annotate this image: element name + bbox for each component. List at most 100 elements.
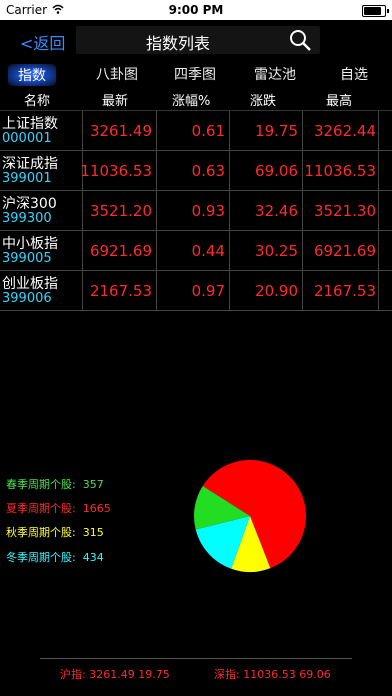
change-cell: 19.75 bbox=[230, 111, 303, 150]
table-row[interactable]: 上证指数 000001 3261.49 0.61 19.75 3262.44 bbox=[0, 111, 392, 151]
legend-spring-count: 357 bbox=[82, 478, 104, 491]
legend-summer-count: 1665 bbox=[82, 502, 111, 515]
high-value: 2167.53 bbox=[313, 282, 376, 300]
nav-bar: <返回 指数列表 bbox=[0, 20, 392, 60]
high-value: 3262.44 bbox=[313, 122, 376, 140]
title-box: 指数列表 bbox=[76, 26, 320, 54]
latest-value: 11036.53 bbox=[80, 162, 152, 180]
legend-spring-label: 春季周期个股: bbox=[6, 478, 76, 491]
index-name: 沪深300 bbox=[2, 196, 57, 212]
pct-cell: 0.93 bbox=[157, 191, 230, 230]
pct-value: 0.44 bbox=[191, 242, 225, 260]
high-cell: 11036.53 bbox=[303, 151, 379, 190]
pct-cell: 0.61 bbox=[157, 111, 230, 150]
latest-cell: 3521.20 bbox=[83, 191, 157, 230]
legend-winter: 冬季周期个股: 434 bbox=[6, 549, 104, 565]
index-name: 深证成指 bbox=[2, 156, 58, 172]
name-cell: 创业板指 399006 bbox=[0, 271, 83, 310]
latest-cell: 6921.69 bbox=[83, 231, 157, 270]
table-row[interactable]: 中小板指 399005 6921.69 0.44 30.25 6921.69 bbox=[0, 231, 392, 271]
change-cell: 32.46 bbox=[230, 191, 303, 230]
tab-four-seasons[interactable]: 四季图 bbox=[174, 64, 216, 84]
name-cell: 中小板指 399005 bbox=[0, 231, 83, 270]
back-button[interactable]: <返回 bbox=[20, 30, 65, 54]
change-cell: 20.90 bbox=[230, 271, 303, 310]
col-latest: 最新 bbox=[102, 94, 129, 109]
table-row[interactable]: 创业板指 399006 2167.53 0.97 20.90 2167.53 bbox=[0, 271, 392, 311]
status-bar: Carrier 9:00 PM bbox=[0, 0, 392, 20]
col-change: 涨跌 bbox=[250, 94, 277, 109]
tab-watchlist[interactable]: 自选 bbox=[340, 64, 368, 84]
col-pct: 涨幅% bbox=[172, 94, 211, 109]
index-code: 399006 bbox=[2, 291, 52, 306]
pct-value: 0.97 bbox=[191, 282, 225, 300]
high-cell: 3521.30 bbox=[303, 191, 379, 230]
latest-cell: 3261.49 bbox=[83, 111, 157, 150]
latest-value: 3261.49 bbox=[89, 122, 152, 140]
index-table: 上证指数 000001 3261.49 0.61 19.75 3262.44 深… bbox=[0, 111, 392, 311]
change-value: 32.46 bbox=[255, 202, 298, 220]
table-row[interactable]: 沪深300 399300 3521.20 0.93 32.46 3521.30 bbox=[0, 191, 392, 231]
index-code: 399005 bbox=[2, 251, 52, 266]
legend-autumn-count: 315 bbox=[82, 526, 104, 539]
table-row[interactable]: 深证成指 399001 11036.53 0.63 69.06 11036.53 bbox=[0, 151, 392, 191]
index-code: 000001 bbox=[2, 131, 52, 146]
page-title: 指数列表 bbox=[145, 34, 210, 53]
latest-value: 6921.69 bbox=[89, 242, 152, 260]
pct-value: 0.93 bbox=[191, 202, 225, 220]
battery-fill bbox=[364, 7, 382, 15]
battery-nub bbox=[387, 9, 389, 13]
name-cell: 深证成指 399001 bbox=[0, 151, 83, 190]
col-name: 名称 bbox=[24, 94, 51, 109]
tab-index[interactable]: 指数 bbox=[8, 64, 56, 86]
change-cell: 30.25 bbox=[230, 231, 303, 270]
change-value: 20.90 bbox=[255, 282, 298, 300]
footer-divider bbox=[40, 658, 352, 660]
high-value: 6921.69 bbox=[313, 242, 376, 260]
tab-radar-pool[interactable]: 雷达池 bbox=[254, 64, 296, 84]
index-name: 上证指数 bbox=[2, 116, 58, 132]
high-cell: 6921.69 bbox=[303, 231, 379, 270]
pct-cell: 0.44 bbox=[157, 231, 230, 270]
legend-summer-label: 夏季周期个股: bbox=[6, 502, 76, 515]
legend-winter-label: 冬季周期个股: bbox=[6, 551, 76, 564]
high-cell: 3262.44 bbox=[303, 111, 379, 150]
index-code: 399300 bbox=[2, 211, 52, 226]
col-high: 最高 bbox=[326, 94, 353, 109]
pct-cell: 0.97 bbox=[157, 271, 230, 310]
legend-summer: 夏季周期个股: 1665 bbox=[6, 500, 111, 516]
search-icon[interactable] bbox=[288, 28, 312, 52]
footer-sz-label: 深指: bbox=[214, 668, 240, 681]
footer-sh-label: 沪指: bbox=[60, 668, 86, 681]
status-time: 9:00 PM bbox=[168, 3, 224, 17]
change-value: 19.75 bbox=[255, 122, 298, 140]
table-header: 名称 最新 涨幅% 涨跌 最高 bbox=[0, 86, 392, 111]
latest-value: 2167.53 bbox=[89, 282, 152, 300]
latest-cell: 11036.53 bbox=[80, 151, 157, 190]
legend-autumn: 秋季周期个股: 315 bbox=[6, 524, 104, 540]
legend-autumn-label: 秋季周期个股: bbox=[6, 526, 76, 539]
name-cell: 上证指数 000001 bbox=[0, 111, 83, 150]
footer-sh: 沪指: 3261.49 19.75 bbox=[60, 666, 170, 682]
tab-bagua[interactable]: 八卦图 bbox=[96, 64, 138, 84]
season-pie-chart bbox=[194, 460, 306, 572]
change-cell: 69.06 bbox=[230, 151, 303, 190]
pct-value: 0.61 bbox=[191, 122, 225, 140]
high-cell: 2167.53 bbox=[303, 271, 379, 310]
legend-winter-count: 434 bbox=[82, 551, 104, 564]
index-name: 创业板指 bbox=[2, 276, 58, 292]
high-value: 11036.53 bbox=[304, 162, 376, 180]
battery-icon bbox=[362, 5, 389, 17]
footer-sz-value: 11036.53 69.06 bbox=[243, 668, 331, 681]
change-value: 30.25 bbox=[255, 242, 298, 260]
index-name: 中小板指 bbox=[2, 236, 58, 252]
pct-cell: 0.63 bbox=[157, 151, 230, 190]
name-cell: 沪深300 399300 bbox=[0, 191, 83, 230]
pct-value: 0.63 bbox=[191, 162, 225, 180]
index-code: 399001 bbox=[2, 171, 52, 186]
footer-sz: 深指: 11036.53 69.06 bbox=[214, 666, 331, 682]
footer-sh-value: 3261.49 19.75 bbox=[89, 668, 170, 681]
latest-value: 3521.20 bbox=[89, 202, 152, 220]
tab-bar: 指数 八卦图 四季图 雷达池 自选 bbox=[0, 60, 392, 86]
change-value: 69.06 bbox=[255, 162, 298, 180]
